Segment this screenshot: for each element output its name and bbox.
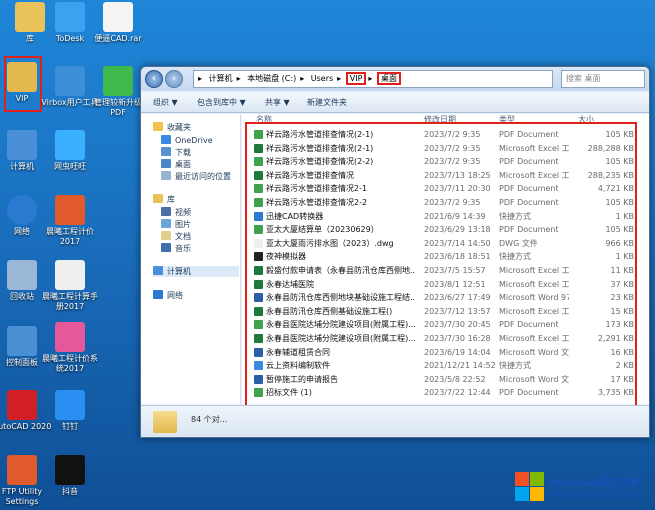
nav-videos[interactable]: 视频 (161, 207, 191, 218)
globe-icon (7, 195, 37, 225)
nav-downloads[interactable]: 下载 (161, 147, 191, 158)
back-button[interactable]: ‹ (145, 70, 163, 88)
document-icon (55, 260, 85, 290)
watermark-url: www.computer26.com (549, 490, 639, 499)
file-icon (103, 2, 133, 32)
nav-computer[interactable]: 计算机 (153, 266, 239, 277)
recycle-bin-icon (7, 260, 37, 290)
nav-pictures[interactable]: 图片 (161, 219, 191, 230)
file-list-pane: 名称 修改日期 类型 大小 祥云路污水管道排查情况(2-1) 2023/7/2 9… (242, 114, 649, 411)
nav-recent[interactable]: 最近访问的位置 (161, 171, 231, 182)
nav-onedrive[interactable]: OneDrive (161, 135, 213, 145)
nav-documents[interactable]: 文档 (161, 231, 191, 242)
breadcrumb-computer[interactable]: 计算机 (209, 74, 233, 83)
desktop-icon-pdf[interactable]: 管理较新升级PDF (88, 66, 148, 118)
nav-network[interactable]: 网络 (153, 290, 183, 301)
picture-icon (161, 219, 171, 228)
desktop-icon-chenxi-system[interactable]: 晨曦工程计价系统2017 (40, 322, 100, 374)
download-icon (161, 147, 171, 156)
cloud-icon (161, 135, 171, 144)
computer-icon (153, 266, 163, 275)
desktop-icon-chenxi-manual[interactable]: 晨曦工程计算手册2017 (40, 260, 100, 312)
item-count: 84 个对... (191, 415, 228, 424)
shield-icon (55, 66, 85, 96)
command-toolbar: 组织 ▼ 包含到库中 ▼ 共享 ▼ 新建文件夹 (141, 93, 649, 113)
share-button[interactable]: 共享 ▼ (265, 93, 290, 113)
breadcrumb-users[interactable]: Users (311, 74, 333, 83)
star-icon (153, 122, 163, 131)
forward-button[interactable]: › (165, 70, 183, 88)
chat-icon (55, 130, 85, 160)
desktop-icon-rar[interactable]: 便遥CAD.rar (88, 2, 148, 44)
desktop-icon-douyin[interactable]: 抖音 (40, 455, 100, 497)
search-input[interactable]: 搜索 桌面 (561, 70, 645, 88)
watermark-title: Windows系统之家 (549, 478, 640, 489)
nav-libraries[interactable]: 库 (153, 194, 175, 205)
dingtalk-icon (55, 390, 85, 420)
douyin-icon (55, 455, 85, 485)
desktop-icon-chenxi-2017[interactable]: 晨曦工程计价2017 (40, 195, 100, 247)
address-bar[interactable]: ▸ 计算机 ▸ 本地磁盘 (C:) ▸ Users ▸ VIP ▸ 桌面 (193, 70, 553, 88)
watermark: Windows系统之家 www.computer26.com (515, 470, 655, 510)
desktop-icon-dingtalk[interactable]: 钉钉 (40, 390, 100, 432)
desktop-icon-wangwang[interactable]: 网虫旺旺 (40, 130, 100, 172)
library-icon (153, 194, 163, 203)
music-icon (161, 243, 171, 252)
computer-icon (7, 130, 37, 160)
network-icon (153, 290, 163, 299)
recent-icon (161, 171, 171, 180)
new-folder-button[interactable]: 新建文件夹 (307, 93, 347, 113)
nav-desktop[interactable]: 桌面 (161, 159, 191, 170)
autocad-icon (7, 390, 37, 420)
app-icon (55, 195, 85, 225)
folder-icon (153, 411, 177, 433)
vip-highlight-box (4, 56, 42, 112)
document-icon (161, 231, 171, 240)
control-panel-icon (7, 326, 37, 356)
organize-button[interactable]: 组织 ▼ (153, 93, 178, 113)
breadcrumb-drive[interactable]: 本地磁盘 (C:) (247, 74, 296, 83)
ftp-icon (7, 455, 37, 485)
video-icon (161, 207, 171, 216)
breadcrumb-desktop[interactable]: 桌面 (376, 72, 401, 85)
windows-logo-icon (515, 472, 545, 502)
details-pane: 84 个对... (141, 405, 649, 437)
todesk-icon (55, 2, 85, 32)
explorer-window: ‹ › ▸ 计算机 ▸ 本地磁盘 (C:) ▸ Users ▸ VIP ▸ 桌面 搜索 … (140, 66, 650, 438)
address-bar-row: ‹ › ▸ 计算机 ▸ 本地磁盘 (C:) ▸ Users ▸ VIP ▸ 桌面 搜索 … (141, 67, 649, 91)
breadcrumb-vip[interactable]: VIP (345, 72, 367, 85)
navigation-pane: 收藏夹 OneDrive 下载 桌面 最近访问的位置 库 视频 图片 文档 音乐… (141, 114, 241, 404)
nav-music[interactable]: 音乐 (161, 243, 191, 254)
include-in-library-button[interactable]: 包含到库中 ▼ (197, 93, 246, 113)
app-icon (55, 322, 85, 352)
files-highlight-box (245, 122, 637, 411)
folder-icon: ▸ (198, 74, 203, 83)
pdf-icon (103, 66, 133, 96)
nav-favorites[interactable]: 收藏夹 (153, 122, 191, 133)
desktop-icon (161, 159, 171, 168)
